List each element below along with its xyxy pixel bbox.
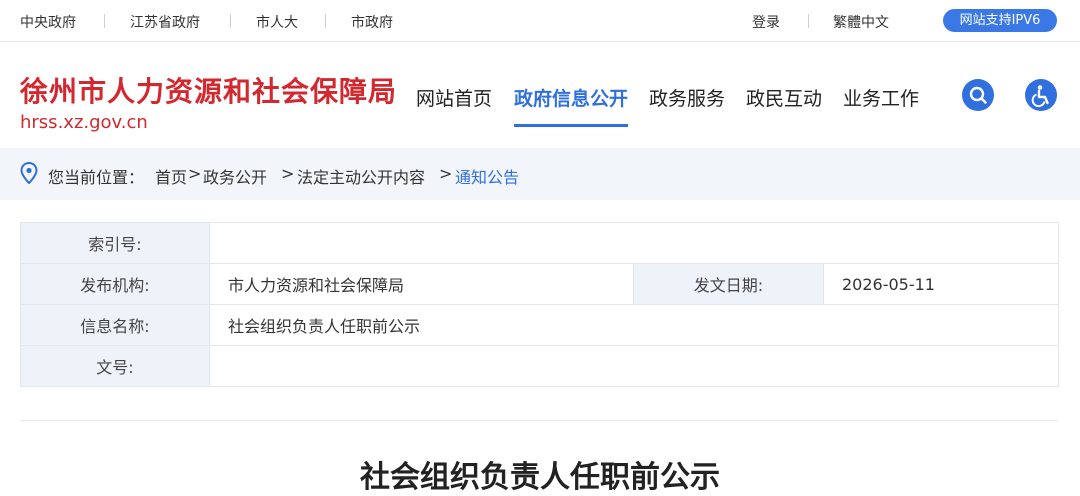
top-utility-bar: 中央政府 江苏省政府 市人大 市政府 登录 繁體中文 网站支持IPV6: [0, 0, 1080, 42]
divider: [230, 14, 231, 28]
document-number-label: 文号:: [20, 345, 210, 387]
nav-home[interactable]: 网站首页: [416, 84, 492, 111]
issue-date-value: 2026-05-11: [822, 263, 1060, 305]
site-name[interactable]: 徐州市人力资源和社会保障局: [20, 70, 397, 110]
table-row: 发布机构: 市人力资源和社会保障局 发文日期: 2026-05-11: [20, 263, 1060, 305]
login-link[interactable]: 登录: [752, 12, 780, 32]
article-title: 社会组织负责人任职前公示: [360, 460, 720, 495]
traditional-chinese-link[interactable]: 繁體中文: [833, 12, 889, 32]
document-info-table: 索引号: 发布机构: 市人力资源和社会保障局 发文日期: 2026-05-11 …: [20, 222, 1060, 387]
breadcrumb-statutory-disclosure[interactable]: 法定主动公开内容: [297, 164, 425, 188]
issue-date-label: 发文日期:: [633, 263, 824, 305]
site-domain: hrss.xz.gov.cn: [20, 112, 148, 133]
document-number-value: [208, 345, 1060, 387]
breadcrumb-home[interactable]: 首页: [155, 164, 187, 188]
breadcrumb-separator: >: [439, 164, 453, 183]
table-row: 文号:: [20, 345, 1060, 387]
link-municipal-government[interactable]: 市政府: [351, 12, 393, 32]
nav-gov-info-disclosure[interactable]: 政府信息公开: [514, 84, 628, 111]
nav-business-work[interactable]: 业务工作: [843, 84, 919, 111]
section-divider: [20, 420, 1058, 421]
nav-government-services[interactable]: 政务服务: [649, 84, 725, 111]
breadcrumb-prefix: 您当前位置：: [48, 168, 145, 187]
breadcrumb: 您当前位置： 首页 > 政务公开 > 法定主动公开内容 > 通知公告: [0, 148, 1080, 200]
breadcrumb-separator: >: [188, 164, 202, 183]
info-name-label: 信息名称:: [20, 304, 210, 346]
link-municipal-congress[interactable]: 市人大: [256, 12, 298, 32]
table-row: 信息名称: 社会组织负责人任职前公示: [20, 304, 1060, 346]
nav-public-interaction[interactable]: 政民互动: [746, 84, 822, 111]
accessibility-button[interactable]: [1025, 79, 1057, 111]
index-number-label: 索引号:: [20, 222, 210, 264]
divider: [325, 14, 326, 28]
publishing-org-label: 发布机构:: [20, 263, 210, 305]
divider: [104, 14, 105, 28]
publishing-org-value: 市人力资源和社会保障局: [209, 263, 634, 305]
ipv6-badge: 网站支持IPV6: [943, 9, 1057, 32]
breadcrumb-public-affairs[interactable]: 政务公开: [203, 164, 267, 188]
accessibility-icon: [1031, 85, 1049, 108]
search-icon: [969, 86, 987, 104]
location-pin-icon: [20, 162, 38, 184]
active-nav-indicator: [514, 124, 628, 127]
breadcrumb-notices[interactable]: 通知公告: [455, 164, 519, 188]
info-name-value: 社会组织负责人任职前公示: [208, 304, 1060, 346]
link-jiangsu-government[interactable]: 江苏省政府: [130, 12, 200, 32]
link-central-government[interactable]: 中央政府: [20, 12, 76, 32]
table-row: 索引号:: [20, 222, 1060, 264]
search-button[interactable]: [962, 79, 994, 111]
breadcrumb-separator: >: [281, 164, 295, 183]
divider: [808, 14, 809, 28]
index-number-value: [208, 222, 1060, 264]
